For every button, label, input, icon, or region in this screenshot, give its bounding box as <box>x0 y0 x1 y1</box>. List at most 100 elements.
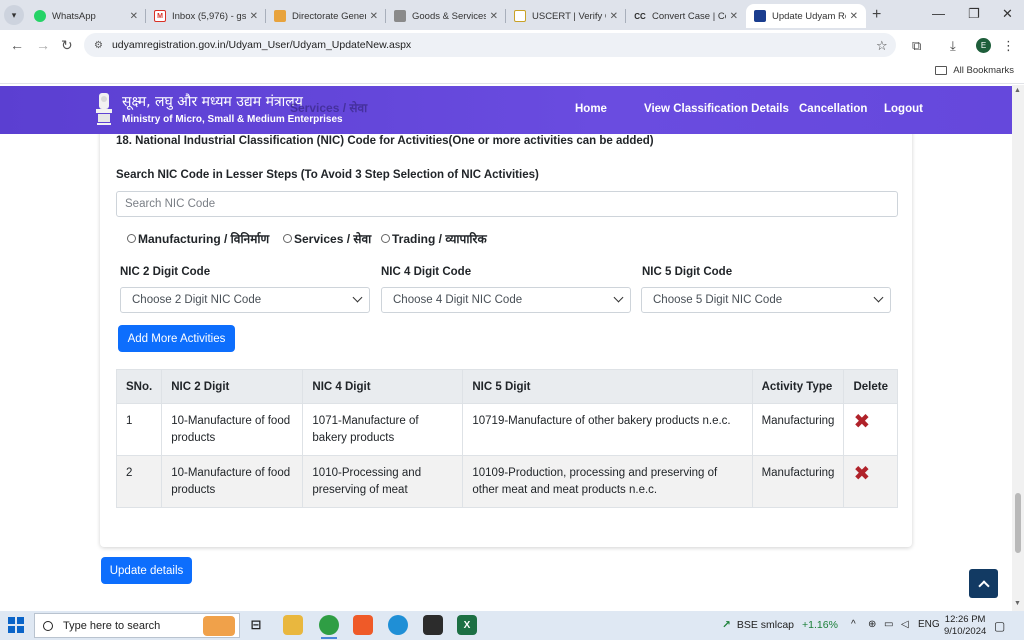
tab-uscert[interactable]: USCERT | Verify Ce ✕ <box>506 4 626 28</box>
profile-avatar[interactable]: E <box>976 38 991 53</box>
bookmark-star-icon[interactable]: ☆ <box>876 38 888 54</box>
radio-services[interactable]: Services / सेवा <box>283 230 371 247</box>
delete-x-icon[interactable]: ✖ <box>853 411 870 433</box>
minimize-icon[interactable]: — <box>932 6 945 21</box>
folder-icon <box>935 66 948 75</box>
chrome-icon[interactable] <box>319 615 339 635</box>
task-view-icon[interactable]: ⊟ <box>246 615 266 635</box>
tab-gst[interactable]: Goods & Services ✕ <box>386 4 506 28</box>
nic5-selected-value: Choose 5 Digit NIC Code <box>653 294 783 306</box>
close-icon[interactable]: ✕ <box>850 11 858 22</box>
page-scrollbar[interactable]: ▲ ▼ <box>1012 85 1024 611</box>
tab-label: WhatsApp <box>52 10 96 22</box>
tray-chevron-up-icon[interactable]: ^ <box>851 619 856 630</box>
gst-icon <box>394 10 406 22</box>
file-explorer-icon[interactable] <box>283 615 303 635</box>
menu-icon[interactable]: ⋮ <box>1002 38 1015 54</box>
brave-icon[interactable] <box>353 615 373 635</box>
nic2-select[interactable]: Choose 2 Digit NIC Code <box>120 287 370 313</box>
extensions-icon[interactable]: ⧉ <box>912 38 921 54</box>
edge-icon[interactable] <box>388 615 408 635</box>
restore-icon[interactable]: ❐ <box>968 6 980 22</box>
nav-home[interactable]: Home <box>575 103 607 115</box>
window-close-icon[interactable]: ✕ <box>1002 6 1013 22</box>
delete-x-icon[interactable]: ✖ <box>853 463 870 485</box>
windows-taskbar: Type here to search ⊟ X ↗ BSE smlcap +1.… <box>0 611 1024 640</box>
scroll-to-top-button[interactable] <box>969 569 998 598</box>
download-icon[interactable]: ⤓ <box>950 38 956 54</box>
nic2-selected-value: Choose 2 Digit NIC Code <box>132 294 262 306</box>
convert-case-icon: CC <box>634 11 646 21</box>
sticky-notes-icon[interactable] <box>423 615 443 635</box>
tab-label: Directorate Gener <box>292 10 366 22</box>
close-icon[interactable]: ✕ <box>130 11 138 22</box>
network-icon[interactable]: ⊕ <box>868 619 876 630</box>
site-settings-icon[interactable]: ⚙ <box>94 40 103 51</box>
search-nic-input[interactable] <box>116 191 898 217</box>
tab-search-button[interactable]: ▾ <box>4 5 24 25</box>
nav-cancellation[interactable]: Cancellation <box>799 103 867 115</box>
nic5-select[interactable]: Choose 5 Digit NIC Code <box>641 287 891 313</box>
close-icon[interactable]: ✕ <box>370 11 378 22</box>
notification-icon[interactable]: ▢ <box>994 619 1005 633</box>
stock-widget[interactable]: ↗ BSE smlcap +1.16% <box>722 619 838 631</box>
scroll-up-arrow-icon[interactable]: ▲ <box>1014 87 1021 94</box>
url-field[interactable]: ⚙ udyamregistration.gov.in/Udyam_User/Ud… <box>84 33 896 57</box>
scrollbar-thumb[interactable] <box>1015 493 1021 553</box>
cell-activity-type: Manufacturing <box>751 455 845 508</box>
scroll-down-arrow-icon[interactable]: ▼ <box>1014 600 1021 607</box>
tab-convert-case[interactable]: CC Convert Case | Co ✕ <box>626 4 746 28</box>
tab-whatsapp[interactable]: WhatsApp ✕ <box>26 4 146 28</box>
radio-button[interactable] <box>381 234 390 243</box>
nic2-label: NIC 2 Digit Code <box>120 266 211 278</box>
stock-change: +1.16% <box>802 619 838 631</box>
table-header-row: SNo. NIC 2 Digit NIC 4 Digit NIC 5 Digit… <box>115 369 898 404</box>
col-header-nic2: NIC 2 Digit <box>161 369 304 404</box>
nic4-selected-value: Choose 4 Digit NIC Code <box>393 294 523 306</box>
close-icon[interactable]: ✕ <box>610 11 618 22</box>
clock-date: 9/10/2024 <box>944 626 987 637</box>
update-details-button[interactable]: Update details <box>101 557 192 584</box>
close-icon[interactable]: ✕ <box>490 11 498 22</box>
chevron-up-icon <box>977 579 990 592</box>
radio-trading[interactable]: Trading / व्यापारिक <box>381 230 487 247</box>
add-more-activities-button[interactable]: Add More Activities <box>118 325 235 352</box>
taskbar-search-box[interactable]: Type here to search <box>34 613 240 638</box>
radio-label: Services / सेवा <box>294 232 372 246</box>
tab-directorate[interactable]: Directorate Gener ✕ <box>266 4 386 28</box>
forward-icon[interactable]: → <box>36 37 50 53</box>
close-icon[interactable]: ✕ <box>730 11 738 22</box>
reload-icon[interactable]: ↻ <box>61 37 73 54</box>
radio-button[interactable] <box>127 234 136 243</box>
all-bookmarks-button[interactable]: All Bookmarks <box>935 65 1014 76</box>
search-icon <box>43 620 53 631</box>
active-app-indicator <box>321 637 337 639</box>
clock-time: 12:26 PM <box>944 614 986 625</box>
nav-view-classification-details[interactable]: View Classification Details <box>644 103 789 115</box>
nic4-label: NIC 4 Digit Code <box>381 266 472 278</box>
tab-label: Update Udyam Re <box>772 10 846 22</box>
radio-label: Trading / व्यापारिक <box>392 232 487 246</box>
cell-nic4: 1010-Processing and preserving of meat <box>302 455 464 508</box>
new-tab-button[interactable]: + <box>872 6 881 24</box>
tab-label: USCERT | Verify Ce <box>532 10 606 22</box>
radio-button[interactable] <box>283 234 292 243</box>
tab-udyam-active[interactable]: Update Udyam Re ✕ <box>746 4 866 28</box>
cell-nic5: 10719-Manufacture of other bakery produc… <box>462 403 753 456</box>
address-bar-row: ← → ↻ ⚙ udyamregistration.gov.in/Udyam_U… <box>0 30 1024 60</box>
nic4-select[interactable]: Choose 4 Digit NIC Code <box>381 287 631 313</box>
radio-manufacturing[interactable]: Manufacturing / विनिर्माण <box>127 230 269 247</box>
browser-tab-strip: ▾ WhatsApp ✕ M Inbox (5,976) - gst ✕ Dir… <box>0 0 1024 30</box>
windows-start-icon[interactable] <box>8 617 24 633</box>
col-header-nic5: NIC 5 Digit <box>462 369 753 404</box>
back-icon[interactable]: ← <box>10 37 24 53</box>
system-clock[interactable]: 12:26 PM 9/10/2024 <box>944 614 986 638</box>
nav-logout[interactable]: Logout <box>884 103 923 115</box>
display-icon[interactable]: ▭ <box>884 619 893 630</box>
volume-icon[interactable]: ◁ <box>901 619 909 630</box>
close-icon[interactable]: ✕ <box>250 11 258 22</box>
language-indicator[interactable]: ENG <box>918 619 940 630</box>
table-row: 2 10-Manufacture of food products 1010-P… <box>115 455 898 508</box>
excel-icon[interactable]: X <box>457 615 477 635</box>
tab-gmail[interactable]: M Inbox (5,976) - gst ✕ <box>146 4 266 28</box>
